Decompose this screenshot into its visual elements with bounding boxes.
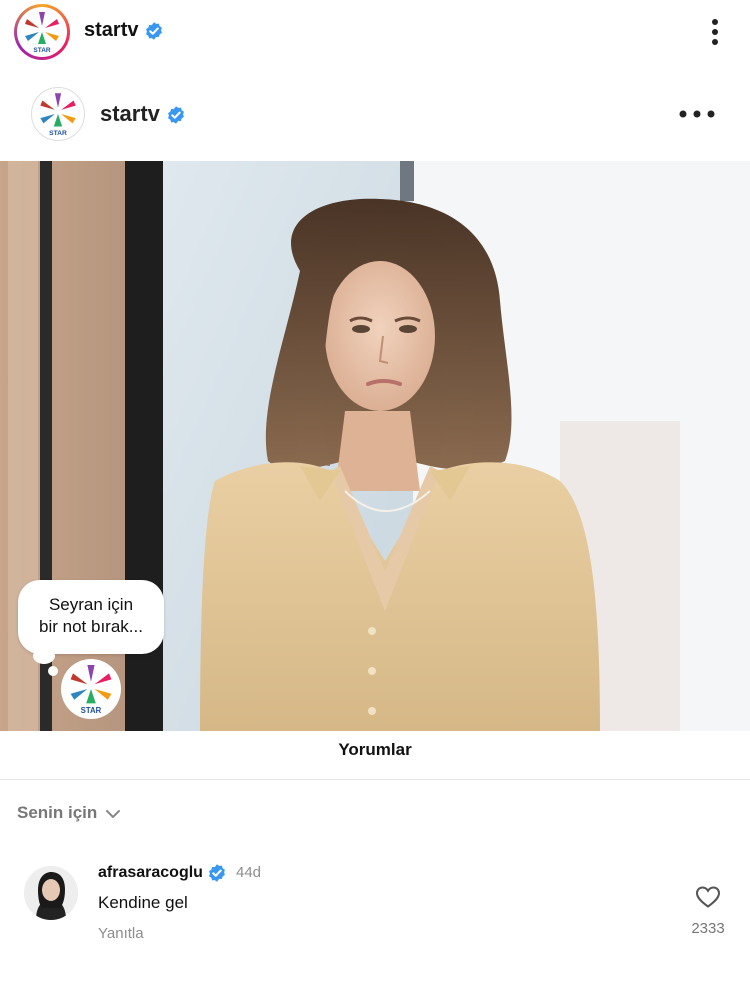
verified-badge-icon	[144, 21, 164, 41]
commenter-photo	[24, 866, 78, 920]
divider	[0, 779, 750, 780]
post-avatar[interactable]	[31, 87, 85, 141]
verified-badge-icon	[166, 105, 186, 125]
bubble-tail-dot	[48, 666, 58, 676]
sticker-avatar	[61, 659, 121, 719]
bubble-tail	[33, 648, 55, 664]
like-count: 2333	[691, 920, 725, 937]
heart-icon[interactable]	[695, 885, 721, 909]
post-account-name-link[interactable]: startv	[100, 101, 186, 127]
account-name-link[interactable]: startv	[84, 19, 164, 42]
reply-button[interactable]: Yanıtla	[98, 925, 144, 942]
kebab-menu-icon[interactable]	[700, 14, 730, 50]
comments-title: Yorumlar	[338, 740, 412, 759]
comment-text: Kendine gel	[98, 893, 188, 912]
comment-filter-label[interactable]: Senin için	[17, 803, 97, 823]
verified-badge-icon	[207, 863, 227, 883]
prompt-line-1: Seyran için	[48, 595, 134, 614]
star-logo-icon	[32, 88, 84, 140]
comment-prompt-bubble[interactable]: Seyran için bir not bırak...	[18, 580, 164, 654]
prompt-line-2: bir not bırak...	[39, 617, 143, 636]
top-bar: startv	[0, 0, 750, 64]
profile-story-ring[interactable]	[14, 4, 70, 60]
account-name: startv	[84, 19, 139, 41]
comment-username-link[interactable]: afrasaracoglu	[98, 863, 227, 883]
chevron-down-icon[interactable]	[104, 805, 122, 823]
star-logo-icon	[17, 7, 67, 57]
profile-avatar	[17, 7, 67, 57]
more-options-icon[interactable]	[676, 100, 718, 128]
star-logo-icon	[61, 659, 121, 719]
post-account-name: startv	[100, 101, 160, 126]
comment-time: 44d	[236, 864, 262, 881]
comment-username: afrasaracoglu	[98, 864, 203, 882]
commenter-avatar[interactable]	[24, 866, 78, 920]
